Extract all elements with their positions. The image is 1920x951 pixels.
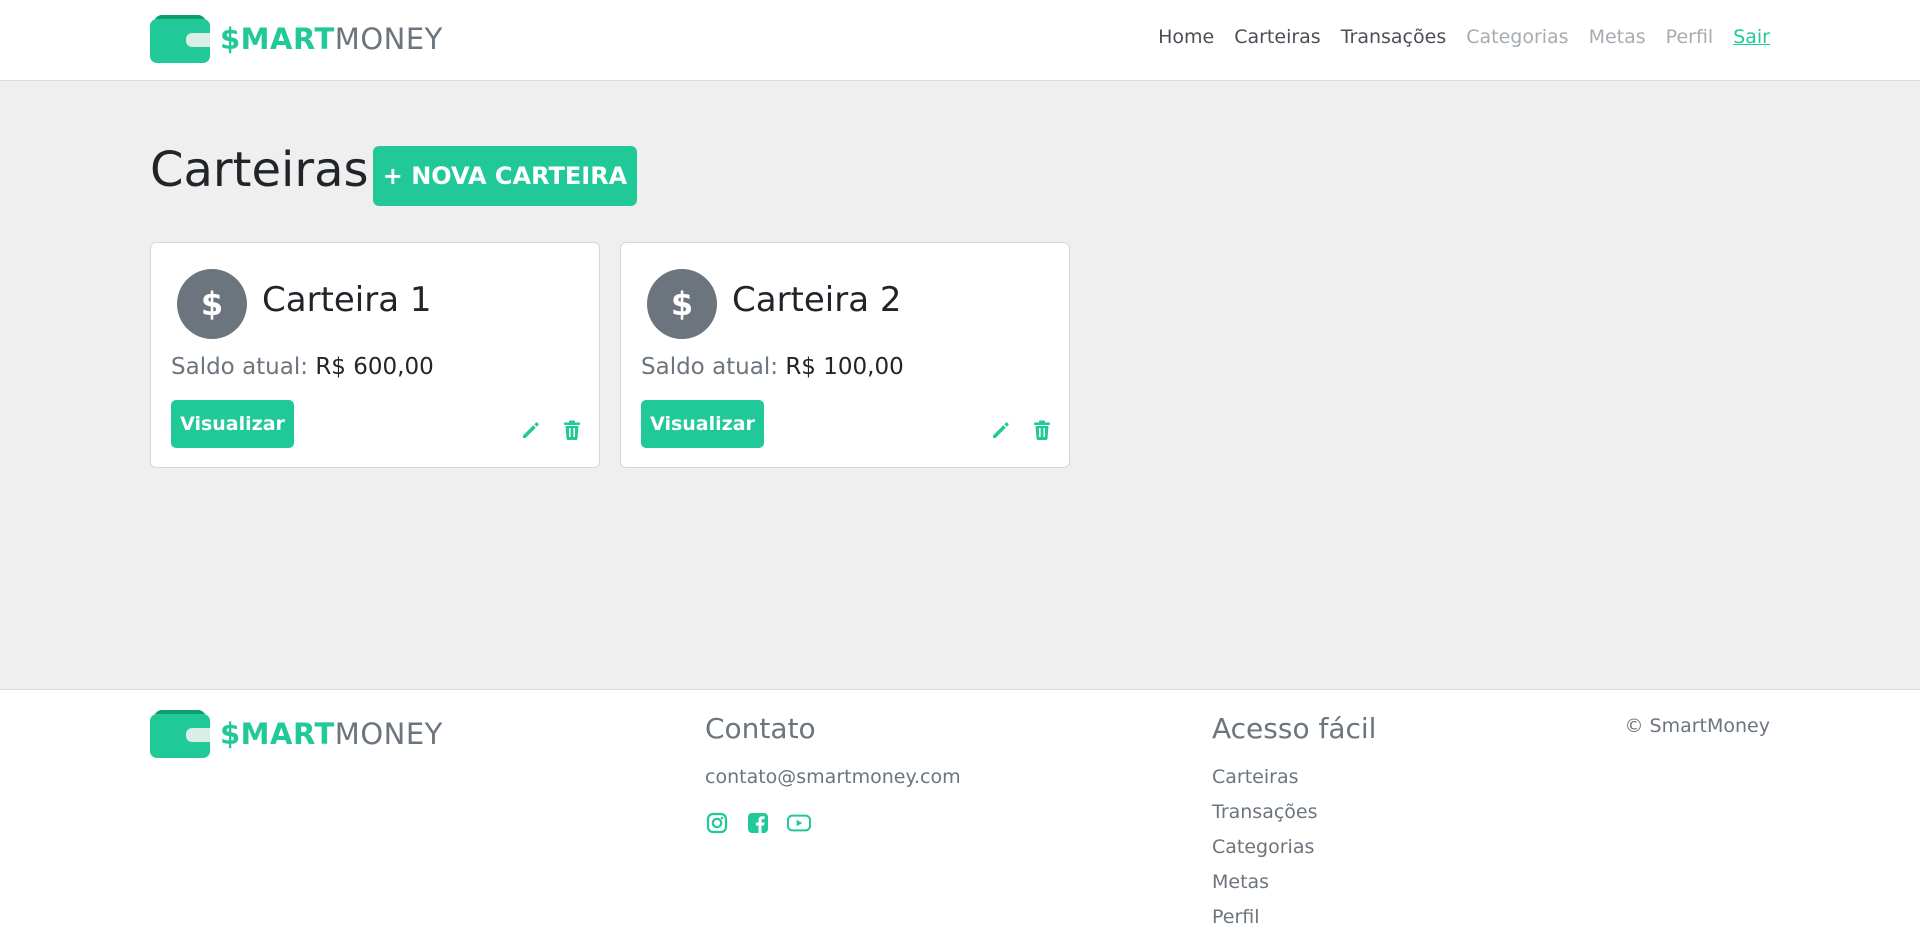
new-wallet-button[interactable]: + NOVA CARTEIRA (373, 146, 637, 206)
balance-label: Saldo atual: (641, 354, 778, 380)
wallet-balance: Saldo atual: R$ 100,00 (641, 354, 904, 380)
wallet-name: Carteira 2 (732, 280, 902, 320)
wallet-card: $ Carteira 2 Saldo atual: R$ 100,00 Visu… (620, 242, 1070, 468)
wallet-logo-icon (150, 710, 210, 758)
nav-sair[interactable]: Sair (1733, 26, 1770, 48)
nav-metas[interactable]: Metas (1589, 26, 1646, 48)
youtube-icon[interactable] (787, 811, 811, 835)
balance-value: R$ 100,00 (785, 354, 904, 380)
logo-wordmark: $MARTMONEY (220, 717, 443, 751)
logo-wordmark: $MARTMONEY (220, 22, 443, 56)
wallet-card: $ Carteira 1 Saldo atual: R$ 600,00 Visu… (150, 242, 600, 468)
quick-link-metas[interactable]: Metas (1212, 871, 1318, 906)
quick-link-perfil[interactable]: Perfil (1212, 906, 1318, 941)
pencil-icon[interactable] (520, 419, 542, 441)
top-navbar: $MARTMONEY Home Carteiras Transações Cat… (0, 0, 1920, 81)
nav-categorias[interactable]: Categorias (1466, 26, 1568, 48)
quick-links: Carteiras Transações Categorias Metas Pe… (1212, 766, 1318, 941)
balance-label: Saldo atual: (171, 354, 308, 380)
wallet-balance: Saldo atual: R$ 600,00 (171, 354, 434, 380)
quick-link-categorias[interactable]: Categorias (1212, 836, 1318, 871)
balance-value: R$ 600,00 (315, 354, 434, 380)
view-wallet-button[interactable]: Visualizar (171, 400, 294, 448)
trash-icon[interactable] (1031, 419, 1053, 441)
nav-transacoes[interactable]: Transações (1341, 26, 1447, 48)
footer-brand-logo[interactable]: $MARTMONEY (150, 710, 443, 758)
nav-home[interactable]: Home (1158, 26, 1214, 48)
logo-suffix: MONEY (334, 717, 443, 751)
logo-suffix: MONEY (334, 22, 443, 56)
view-wallet-button[interactable]: Visualizar (641, 400, 764, 448)
facebook-icon[interactable] (746, 811, 770, 835)
logo-prefix: $MART (220, 717, 335, 751)
logo-prefix: $MART (220, 22, 335, 56)
nav-perfil[interactable]: Perfil (1666, 26, 1714, 48)
dollar-coin-icon: $ (647, 269, 717, 339)
instagram-icon[interactable] (705, 811, 729, 835)
quick-link-transacoes[interactable]: Transações (1212, 801, 1318, 836)
contact-email[interactable]: contato@smartmoney.com (705, 766, 961, 788)
nav-carteiras[interactable]: Carteiras (1234, 26, 1321, 48)
quick-access-heading: Acesso fácil (1212, 712, 1377, 745)
dollar-coin-icon: $ (177, 269, 247, 339)
copyright: © SmartMoney (1624, 715, 1770, 737)
contact-heading: Contato (705, 712, 816, 745)
social-links (705, 811, 828, 835)
page-title: Carteiras (150, 142, 369, 198)
brand-logo[interactable]: $MARTMONEY (150, 15, 443, 63)
page-footer: $MARTMONEY Contato contato@smartmoney.co… (0, 689, 1920, 951)
main-nav: Home Carteiras Transações Categorias Met… (1138, 26, 1770, 48)
wallet-logo-icon (150, 15, 210, 63)
quick-link-carteiras[interactable]: Carteiras (1212, 766, 1318, 801)
wallet-name: Carteira 1 (262, 280, 432, 320)
trash-icon[interactable] (561, 419, 583, 441)
pencil-icon[interactable] (990, 419, 1012, 441)
